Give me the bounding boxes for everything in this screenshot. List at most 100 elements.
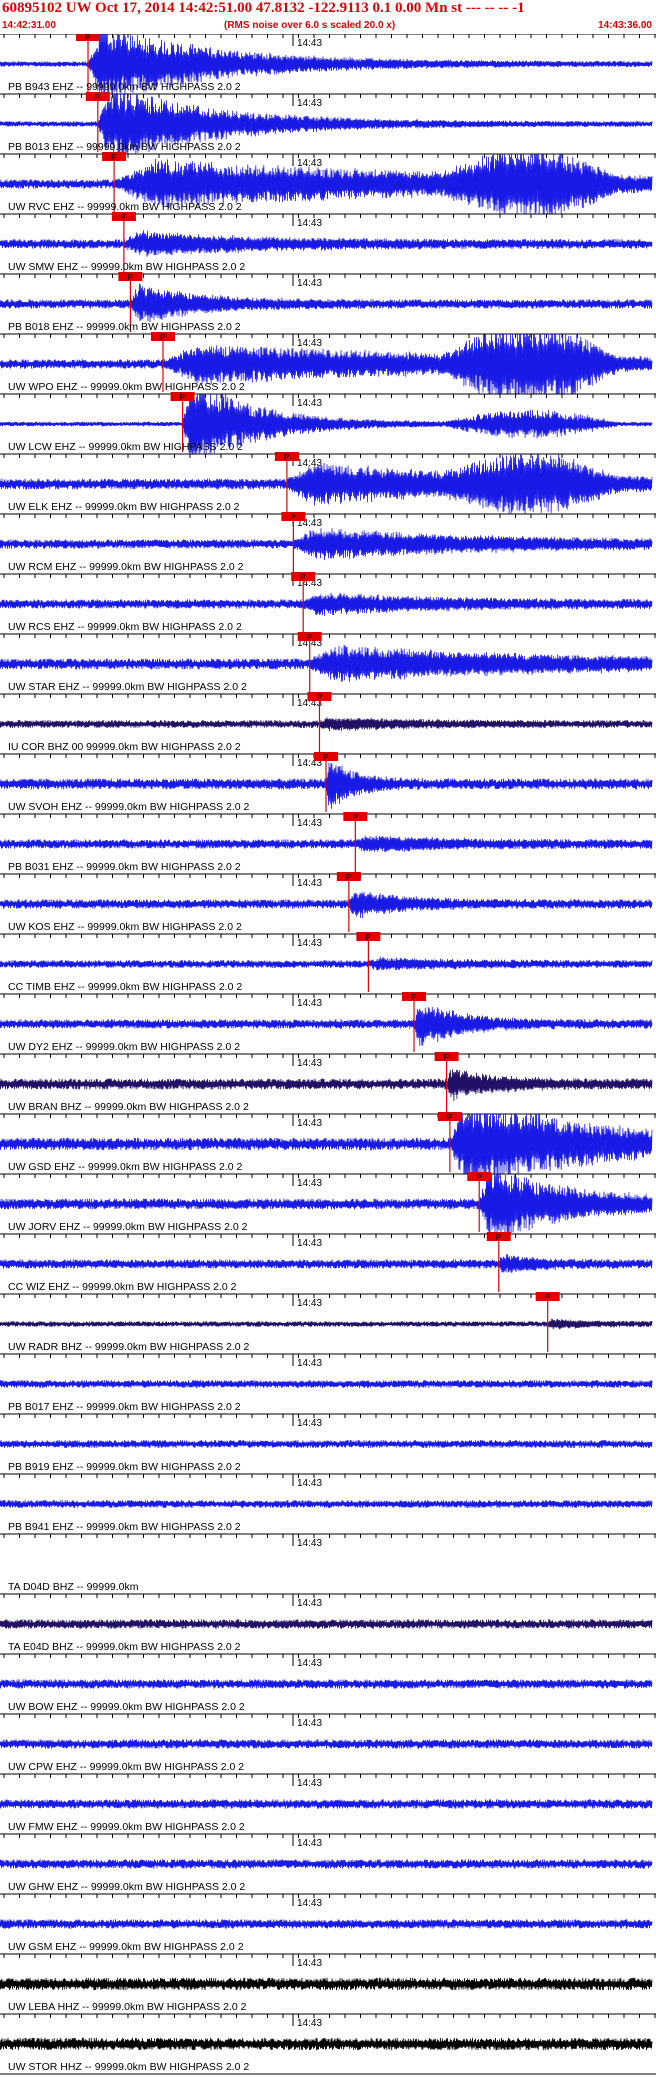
waveform-trace	[0, 528, 653, 561]
waveform-trace	[0, 230, 653, 257]
waveform-trace	[0, 956, 653, 971]
station-label: PB B018 EHZ -- 99999.0km BW HIGHPASS 2.0…	[8, 321, 241, 333]
station-label: UW JORV EHZ -- 99999.0km BW HIGHPASS 2.0…	[8, 1221, 248, 1233]
pick-label: P	[545, 1293, 550, 1302]
minute-label: 14:43	[297, 998, 322, 1009]
station-label: UW RCM EHZ -- 99999.0km BW HIGHPASS 2.0 …	[8, 561, 244, 573]
minute-label: 14:43	[297, 1778, 322, 1789]
station-label: PB B919 EHZ -- 99999.0km BW HIGHPASS 2.0…	[8, 1461, 241, 1473]
pick-label: P	[85, 34, 90, 42]
minute-label: 14:43	[297, 1898, 322, 1909]
minute-label: 14:43	[297, 98, 322, 109]
waveform-trace	[0, 1254, 653, 1273]
minute-label: 14:43	[297, 1658, 322, 1669]
minute-label: 14:43	[297, 1838, 322, 1849]
waveform-trace	[0, 717, 653, 732]
pick-label: P	[346, 873, 351, 882]
station-label: UW CPW EHZ -- 99999.0km BW HIGHPASS 2.0 …	[8, 1761, 244, 1773]
pick-label: P	[284, 453, 289, 462]
pick-label: P	[127, 273, 132, 282]
station-label: UW LCW EHZ -- 99999.0km BW HIGHPASS 2.0 …	[8, 441, 243, 453]
station-label: UW DY2 EHZ -- 99999.0km BW HIGHPASS 2.0 …	[8, 1041, 240, 1053]
pick-label: P	[476, 1173, 481, 1182]
pick-label: P	[496, 1233, 501, 1242]
pick-label: P	[121, 213, 126, 222]
minute-label: 14:43	[297, 938, 322, 949]
station-label: UW ELK EHZ -- 99999.0km BW HIGHPASS 2.0 …	[8, 501, 240, 513]
waveform-trace	[0, 1739, 653, 1749]
waveform-trace	[0, 283, 653, 323]
station-label: UW GSM EHZ -- 99999.0km BW HIGHPASS 2.0 …	[8, 1941, 244, 1953]
minute-label: 14:43	[297, 1238, 322, 1249]
station-label: UW SMW EHZ -- 99999.0km BW HIGHPASS 2.0 …	[8, 261, 245, 273]
station-label: UW RVC EHZ -- 99999.0km BW HIGHPASS 2.0 …	[8, 201, 242, 213]
station-label: PB B013 EHZ -- 99999.0km BW HIGHPASS 2.0…	[8, 141, 241, 153]
waveform-trace	[0, 1799, 653, 1809]
pick-label: P	[444, 1053, 449, 1062]
station-label: UW GHW EHZ -- 99999.0km BW HIGHPASS 2.0 …	[8, 1881, 245, 1893]
minute-label: 14:43	[297, 1418, 322, 1429]
station-label: IU COR BHZ 00 99999.0km BW HIGHPASS 2.0 …	[8, 741, 241, 753]
end-time: 14:43:36.00	[598, 20, 652, 31]
station-label: PB B031 EHZ -- 99999.0km BW HIGHPASS 2.0…	[8, 861, 241, 873]
station-label: PB B943 EHZ -- 99999.0km BW HIGHPASS 2.0…	[8, 81, 241, 93]
rms-note: (RMS noise over 6.0 s scaled 20.0 x)	[224, 20, 396, 31]
pick-label: P	[365, 933, 370, 942]
pick-label: P	[447, 1113, 452, 1122]
station-label: UW BRAN BHZ -- 99999.0km BW HIGHPASS 2.0…	[8, 1101, 249, 1113]
pick-label: P	[160, 333, 165, 342]
pick-label: P	[95, 93, 100, 102]
minute-label: 14:43	[297, 878, 322, 889]
minute-label: 14:43	[297, 38, 322, 49]
waveform-trace	[0, 592, 653, 616]
waveform-trace	[0, 1440, 653, 1448]
minute-label: 14:43	[297, 218, 322, 229]
waveform-trace	[0, 1977, 653, 1991]
waveform-trace	[0, 1679, 653, 1689]
plot-header: 60895102 UW Oct 17, 2014 14:42:51.00 47.…	[0, 0, 656, 34]
minute-label: 14:43	[297, 1958, 322, 1969]
minute-label: 14:43	[297, 1358, 322, 1369]
minute-label: 14:43	[297, 1178, 322, 1189]
station-label: TA E04D BHZ -- 99999.0km BW HIGHPASS 2.0…	[8, 1641, 241, 1653]
waveform-trace	[0, 1500, 653, 1508]
waveform-trace	[0, 835, 653, 853]
waveform-trace	[0, 1919, 653, 1929]
waveform-trace	[0, 644, 653, 682]
event-title: 60895102 UW Oct 17, 2014 14:42:51.00 47.…	[2, 0, 525, 16]
waveform-trace	[0, 1069, 653, 1102]
station-label: PB B941 EHZ -- 99999.0km BW HIGHPASS 2.0…	[8, 1521, 241, 1533]
pick-label: P	[323, 753, 328, 762]
station-label: UW SVOH EHZ -- 99999.0km BW HIGHPASS 2.0…	[8, 801, 250, 813]
station-label: UW LEBA HHZ -- 99999.0km BW HIGHPASS 2.0…	[8, 2001, 247, 2013]
station-label: UW RADR BHZ -- 99999.0km BW HIGHPASS 2.0…	[8, 1341, 250, 1353]
station-label: UW RCS EHZ -- 99999.0km BW HIGHPASS 2.0 …	[8, 621, 242, 633]
station-label: UW WPO EHZ -- 99999.0km BW HIGHPASS 2.0 …	[8, 381, 245, 393]
minute-label: 14:43	[297, 818, 322, 829]
station-label: TA D04D BHZ -- 99999.0km	[8, 1581, 139, 1593]
waveform-trace	[0, 1380, 653, 1388]
minute-label: 14:43	[297, 278, 322, 289]
pick-label: P	[290, 513, 295, 522]
waveform-trace	[0, 1859, 653, 1869]
waveform-trace	[0, 1318, 653, 1330]
station-label: PB B017 EHZ -- 99999.0km BW HIGHPASS 2.0…	[8, 1401, 241, 1413]
pick-label: P	[180, 393, 185, 402]
waveform-trace	[0, 892, 653, 919]
minute-label: 14:43	[297, 1478, 322, 1489]
station-label: CC TIMB EHZ -- 99999.0km BW HIGHPASS 2.0…	[8, 981, 242, 993]
seismogram-panel: 14:43PPB B943 EHZ -- 99999.0km BW HIGHPA…	[0, 34, 656, 2075]
minute-label: 14:43	[297, 398, 322, 409]
station-label: UW STAR EHZ -- 99999.0km BW HIGHPASS 2.0…	[8, 681, 247, 693]
minute-label: 14:43	[297, 338, 322, 349]
pick-label: P	[411, 993, 416, 1002]
minute-label: 14:43	[297, 1598, 322, 1609]
minute-label: 14:43	[297, 1058, 322, 1069]
minute-label: 14:43	[297, 1298, 322, 1309]
pick-label: P	[307, 633, 312, 642]
minute-label: 14:43	[297, 2018, 322, 2029]
minute-label: 14:43	[297, 1118, 322, 1129]
waveform-trace	[0, 1619, 653, 1629]
waveform-trace	[0, 2037, 653, 2051]
minute-label: 14:43	[297, 1718, 322, 1729]
